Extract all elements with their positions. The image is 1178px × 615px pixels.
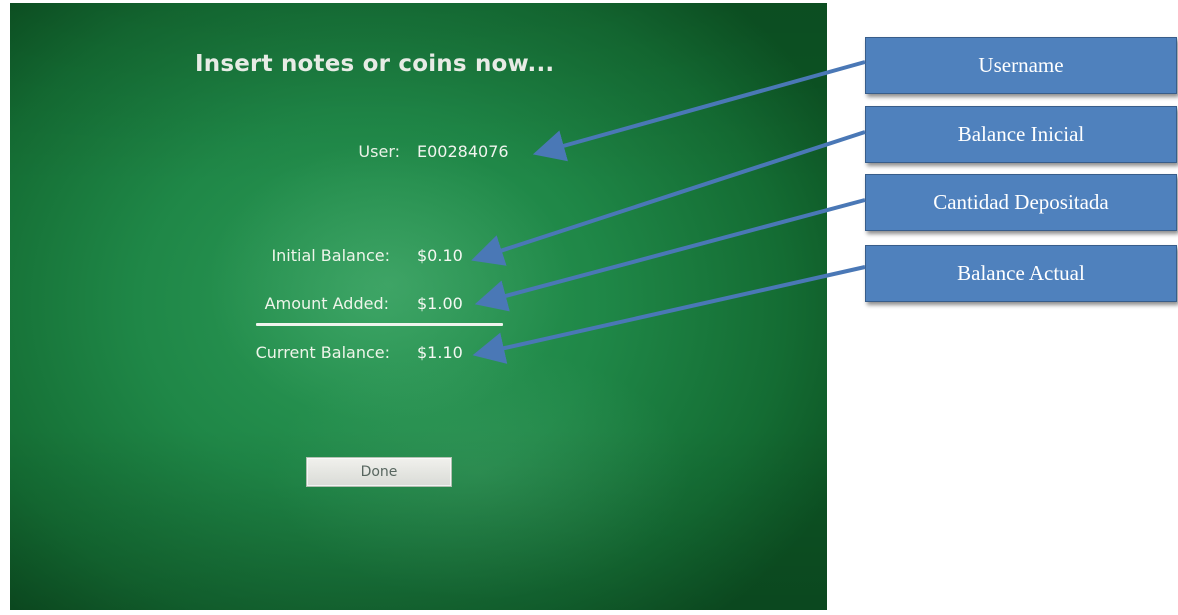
kiosk-screen: Insert notes or coins now... User: E0028… [10,3,827,610]
amount-added-label: Amount Added: [264,294,389,313]
page-title: Insert notes or coins now... [195,51,555,77]
current-balance-value: $1.10 [417,343,463,362]
callout-current-balance: Balance Actual [865,245,1177,302]
amount-added-value: $1.00 [417,294,463,313]
initial-balance-value: $0.10 [417,246,463,265]
callout-initial-balance: Balance Inicial [865,106,1177,163]
callout-amount-added: Cantidad Depositada [865,174,1177,231]
done-button[interactable]: Done [306,457,452,487]
current-balance-label: Current Balance: [255,343,390,362]
user-value: E00284076 [417,142,509,161]
user-label: User: [358,142,400,161]
annotated-screenshot: Insert notes or coins now... User: E0028… [0,0,1178,615]
sum-divider [256,323,503,326]
initial-balance-label: Initial Balance: [271,246,390,265]
callout-username: Username [865,37,1177,94]
